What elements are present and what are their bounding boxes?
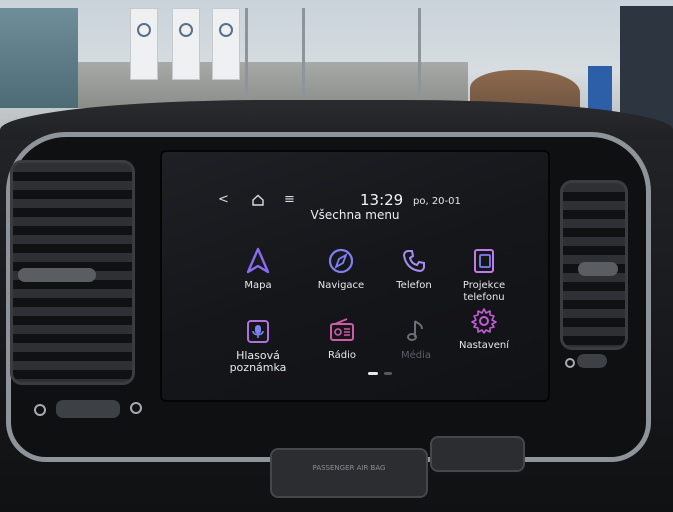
app-label: Projekce telefonu: [462, 280, 506, 303]
passenger-airbag-indicator: PASSENGER AIR BAG: [270, 448, 428, 498]
vent-toggle-left[interactable]: [34, 404, 46, 416]
infotainment-screen: < ≡ 13:29 po, 20-01 Všechna menu Mapa Na…: [160, 150, 550, 402]
pole: [245, 8, 248, 100]
vent-toggle-left-2[interactable]: [130, 402, 142, 414]
app-tile-telefon[interactable]: Telefon: [374, 246, 454, 292]
vent-wheel-right[interactable]: [577, 354, 607, 368]
app-tile-projekce-telefonu[interactable]: Projekce telefonu: [444, 246, 524, 304]
radio-icon: [330, 318, 354, 341]
airbag-label: PASSENGER AIR BAG: [312, 464, 386, 472]
map-arrow-icon: [246, 247, 270, 274]
app-tile-mapa[interactable]: Mapa: [218, 246, 298, 292]
pole: [302, 8, 305, 103]
console-button[interactable]: [430, 436, 525, 472]
vent-wheel-left[interactable]: [56, 400, 120, 418]
voice-memo-icon: [247, 320, 269, 343]
app-label: Mapa: [244, 280, 272, 291]
vent-slider-left[interactable]: [18, 268, 96, 282]
vent-slider-right[interactable]: [578, 262, 618, 276]
gear-icon: [471, 308, 497, 334]
pager-dot-active[interactable]: [368, 372, 378, 375]
vent-toggle-right[interactable]: [565, 358, 575, 368]
flag: [172, 8, 200, 80]
app-label: Rádio: [327, 350, 357, 361]
pole: [418, 8, 421, 108]
back-button[interactable]: <: [218, 190, 229, 210]
music-note-icon: [407, 320, 423, 341]
app-label: Navigace: [317, 280, 365, 291]
app-tile-hlasova-poznamka[interactable]: Hlasová poznámka: [218, 316, 298, 374]
home-icon[interactable]: [252, 194, 264, 206]
app-label: Telefon: [396, 280, 432, 291]
app-tile-radio[interactable]: Rádio: [302, 316, 382, 362]
flag: [212, 8, 240, 80]
phone-projection-icon: [474, 249, 494, 273]
page-title: Všechna menu: [310, 208, 400, 222]
building: [0, 8, 78, 108]
compass-icon: [328, 248, 354, 274]
app-tile-navigace[interactable]: Navigace: [301, 246, 381, 292]
phone-icon: [402, 250, 425, 273]
pager-dot[interactable]: [384, 372, 392, 375]
app-label: Nastavení: [458, 340, 510, 351]
app-tile-nastaveni[interactable]: Nastavení: [444, 306, 524, 352]
clock: 13:29: [360, 191, 404, 209]
app-label: Hlasová poznámka: [229, 349, 287, 374]
status-bar: < ≡ 13:29 po, 20-01: [160, 190, 550, 210]
flag: [130, 8, 158, 80]
menu-button[interactable]: ≡: [284, 190, 295, 210]
